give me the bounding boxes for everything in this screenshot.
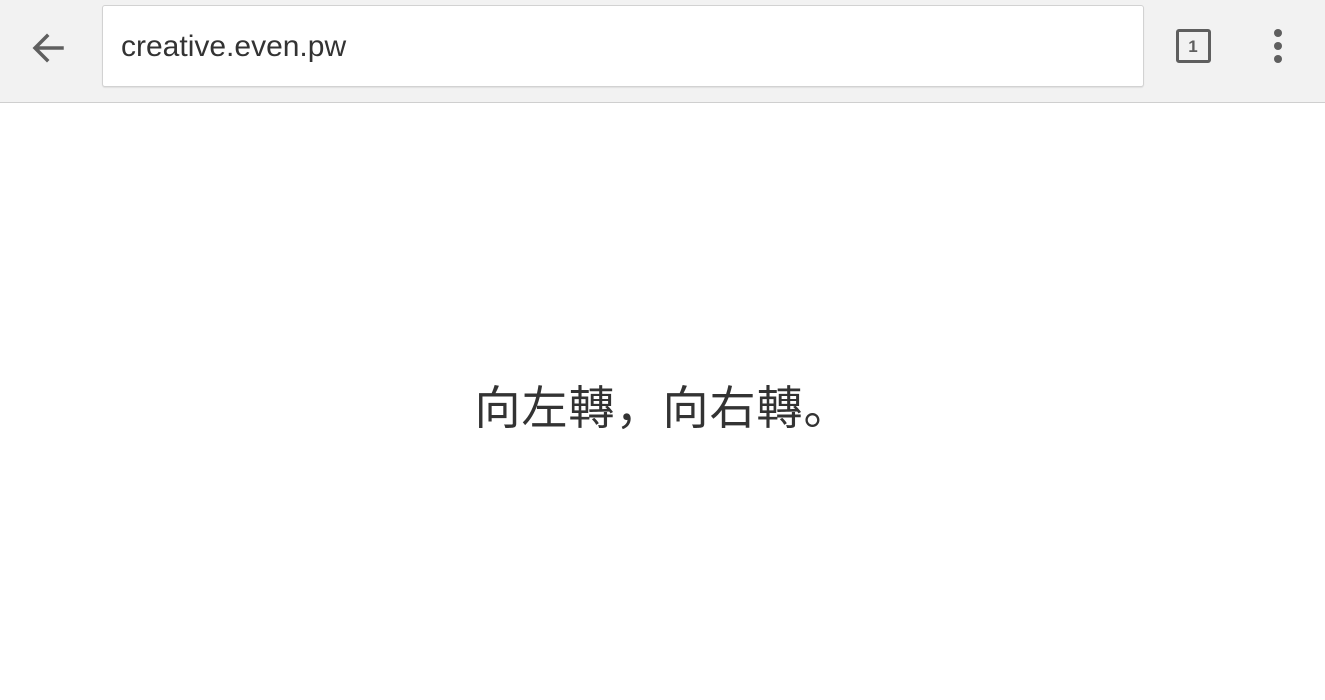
page-content: 向左轉，向右轉。 [0, 104, 1325, 700]
back-button[interactable] [22, 22, 74, 74]
more-vertical-icon-dot [1274, 42, 1282, 50]
tab-count: 1 [1188, 36, 1198, 56]
page-message: 向左轉，向右轉。 [474, 381, 851, 435]
arrow-left-icon [32, 33, 64, 63]
browser-toolbar: creative.even.pw 1 [0, 0, 1325, 103]
more-vertical-icon [1274, 29, 1282, 37]
url-text: creative.even.pw [121, 30, 347, 63]
overflow-menu-button[interactable] [1252, 20, 1304, 72]
more-vertical-icon-dot [1274, 55, 1282, 63]
url-bar[interactable]: creative.even.pw [102, 5, 1144, 87]
tab-switcher-icon: 1 [1175, 29, 1211, 63]
tab-switcher-button[interactable]: 1 [1165, 20, 1221, 72]
